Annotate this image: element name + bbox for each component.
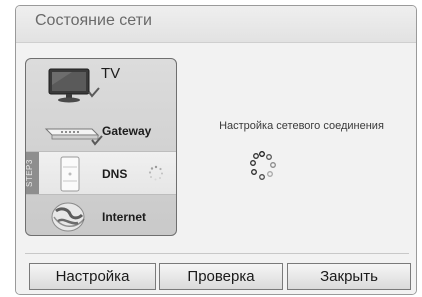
setup-button[interactable]: Настройка (29, 263, 156, 290)
tv-icon (48, 68, 90, 103)
title-bar: Состояние сети (16, 6, 416, 43)
step-label-gateway: Gateway (102, 124, 152, 138)
step-internet: Internet (26, 195, 176, 235)
loading-spinner-icon (250, 151, 276, 180)
globe-icon (51, 202, 85, 232)
server-icon (60, 156, 80, 192)
step-label-dns: DNS (102, 167, 128, 181)
step-dns: STEP3 DNS (26, 151, 176, 195)
dialog-content: TV Gateway STEP3 DNS Internet Настройка … (16, 43, 416, 294)
check-button[interactable]: Проверка (159, 263, 283, 290)
dialog-title: Состояние сети (35, 12, 152, 29)
divider (25, 253, 409, 254)
status-message: Настройка сетевого соединения (219, 120, 384, 132)
step-label-internet: Internet (102, 210, 147, 224)
connection-steps-panel: TV Gateway STEP3 DNS Internet (25, 58, 177, 236)
network-status-dialog: Состояние сети TV Gateway STEP3 DNS Inte… (15, 5, 417, 295)
step-label-tv: TV (101, 65, 121, 82)
step-number-tag: STEP3 (26, 152, 39, 194)
step-tv: TV (26, 59, 176, 107)
step-gateway: Gateway (26, 107, 176, 151)
close-button[interactable]: Закрыть (287, 263, 411, 290)
checkmark-icon (88, 87, 100, 98)
loading-spinner-icon (148, 165, 163, 181)
